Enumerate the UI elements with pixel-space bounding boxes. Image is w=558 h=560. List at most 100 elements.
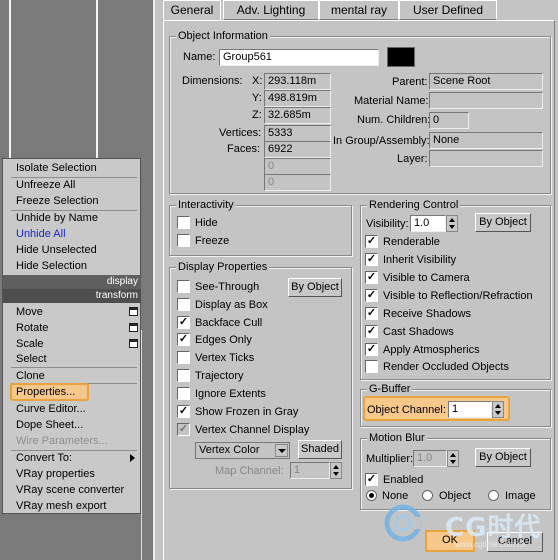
menu-item-isolate-selection[interactable]: Isolate Selection — [3, 160, 141, 176]
see-through-checkbox[interactable] — [177, 280, 190, 293]
color-swatch[interactable] — [387, 47, 415, 67]
ignore-extents-checkbox[interactable] — [177, 387, 190, 400]
menu-item-unfreeze-all[interactable]: Unfreeze All — [3, 177, 141, 193]
menu-item-label: Convert To: — [16, 452, 73, 464]
object-channel-spinner-icon[interactable] — [492, 401, 504, 418]
num-children-label: Num. Children: — [357, 114, 431, 126]
vertices-label: Vertices: — [219, 127, 262, 139]
receive-shadows-checkbox[interactable]: ✓ — [365, 307, 378, 320]
group-assembly-value: None — [429, 132, 543, 149]
object-channel-field[interactable]: 1 — [448, 401, 492, 418]
tab-mental-ray[interactable]: mental ray — [319, 0, 399, 20]
inherit-visibility-checkbox[interactable]: ✓ — [365, 253, 378, 266]
dimension-z-value: 32.685m — [264, 107, 331, 124]
material-name-value — [429, 92, 543, 109]
group-title: Rendering Control — [367, 199, 461, 212]
extra-value-field: 0 — [264, 158, 331, 175]
cast-shadows-checkbox[interactable]: ✓ — [365, 325, 378, 338]
visibility-field[interactable]: 1.0 — [410, 215, 446, 232]
interactivity-group: Interactivity — [169, 199, 352, 256]
faces-value: 6922 — [264, 141, 331, 158]
dimension-x-value: 293.118m — [264, 73, 331, 90]
shaded-button[interactable]: Shaded — [298, 440, 342, 459]
menu-item-vray-properties[interactable]: VRay properties — [3, 466, 141, 482]
menu-item-properties[interactable]: Properties... — [3, 384, 141, 400]
menu-item-clone[interactable]: Clone — [3, 368, 141, 384]
menu-item-hide-unselected[interactable]: Hide Unselected — [3, 242, 141, 258]
vertex-color-dropdown[interactable]: Vertex Color — [195, 442, 290, 459]
menu-item-vray-mesh-export[interactable]: VRay mesh export — [3, 498, 141, 514]
tab-adv-lighting[interactable]: Adv. Lighting — [223, 0, 319, 20]
num-children-value: 0 — [429, 112, 469, 129]
render-by-object-button[interactable]: By Object — [475, 213, 531, 232]
menu-item-wire-parameters: Wire Parameters... — [16, 435, 108, 447]
map-channel-label: Map Channel: — [215, 465, 284, 477]
object-radio[interactable] — [422, 490, 433, 501]
trajectory-checkbox[interactable] — [177, 369, 190, 382]
inherit-visibility-label: Inherit Visibility — [383, 254, 457, 266]
group-title: Interactivity — [176, 199, 236, 212]
renderable-checkbox[interactable]: ✓ — [365, 235, 378, 248]
apply-atmospherics-label: Apply Atmospherics — [383, 344, 480, 356]
menu-item-hide-selection[interactable]: Hide Selection — [3, 258, 141, 274]
display-as-box-checkbox[interactable] — [177, 298, 190, 311]
layer-label: Layer: — [397, 153, 428, 165]
freeze-checkbox[interactable] — [177, 234, 190, 247]
vertex-ticks-checkbox[interactable] — [177, 351, 190, 364]
menu-item-convert-to[interactable]: Convert To: — [3, 450, 141, 466]
z-label: Z: — [252, 109, 262, 121]
chevron-down-icon — [275, 444, 288, 457]
menu-item-label: Scale — [16, 338, 44, 350]
menu-item-rotate[interactable]: Rotate — [3, 320, 141, 336]
menu-item-unhide-by-name[interactable]: Unhide by Name — [3, 210, 141, 226]
settings-box-icon[interactable] — [129, 323, 138, 332]
edges-only-checkbox[interactable]: ✓ — [177, 333, 190, 346]
cg-time-logo-icon — [383, 503, 423, 543]
hide-checkbox[interactable] — [177, 216, 190, 229]
menu-item-move[interactable]: Move — [3, 304, 141, 320]
group-title: Motion Blur — [367, 432, 427, 445]
menu-item-freeze-selection[interactable]: Freeze Selection — [3, 193, 141, 209]
menu-item-vray-scene-converter[interactable]: VRay scene converter — [3, 482, 141, 498]
vertex-ticks-label: Vertex Ticks — [195, 352, 255, 364]
none-radio[interactable] — [366, 490, 377, 501]
tab-user-defined[interactable]: User Defined — [399, 0, 497, 20]
edges-only-label: Edges Only — [195, 334, 252, 346]
menu-item-dope-sheet[interactable]: Dope Sheet... — [3, 417, 141, 433]
visibility-spinner-icon[interactable] — [446, 215, 458, 232]
settings-box-icon[interactable] — [129, 339, 138, 348]
menu-item-unhide-all[interactable]: Unhide All — [3, 226, 141, 242]
visible-to-reflection-label: Visible to Reflection/Refraction — [383, 290, 533, 302]
display-by-object-button[interactable]: By Object — [288, 278, 342, 297]
trajectory-label: Trajectory — [195, 370, 244, 382]
apply-atmospherics-checkbox[interactable]: ✓ — [365, 343, 378, 356]
name-field[interactable]: Group561 — [219, 49, 379, 66]
image-radio[interactable] — [488, 490, 499, 501]
settings-box-icon[interactable] — [129, 307, 138, 316]
enabled-checkbox[interactable]: ✓ — [365, 473, 378, 486]
menu-item-label: Rotate — [16, 322, 49, 334]
parent-label: Parent: — [392, 76, 428, 88]
dimensions-label: Dimensions: — [182, 75, 243, 87]
group-title: G-Buffer — [367, 383, 413, 396]
backface-cull-checkbox[interactable]: ✓ — [177, 316, 190, 329]
menu-item-scale[interactable]: Scale — [3, 336, 141, 352]
render-occluded-label: Render Occluded Objects — [383, 361, 509, 373]
object-label: Object — [439, 490, 471, 502]
visible-to-camera-checkbox[interactable]: ✓ — [365, 271, 378, 284]
cast-shadows-label: Cast Shadows — [383, 326, 454, 338]
dropdown-value: Vertex Color — [199, 444, 260, 456]
show-frozen-gray-checkbox[interactable]: ✓ — [177, 405, 190, 418]
vertex-channel-display-checkbox[interactable]: ✓ — [177, 423, 190, 436]
visible-to-reflection-checkbox[interactable]: ✓ — [365, 289, 378, 302]
motion-blur-by-object-button[interactable]: By Object — [475, 448, 531, 467]
tab-general[interactable]: General — [163, 0, 221, 21]
extra-value-field: 0 — [264, 174, 331, 191]
menu-item-select[interactable]: Select — [3, 351, 141, 367]
vertex-channel-display-label: Vertex Channel Display — [195, 424, 310, 436]
render-occluded-checkbox[interactable] — [365, 360, 378, 373]
multiplier-field: 1.0 — [413, 450, 447, 467]
object-properties-dialog: General Adv. Lighting mental ray User De… — [153, 0, 558, 560]
menu-item-curve-editor[interactable]: Curve Editor... — [3, 401, 141, 417]
map-channel-spinner-icon — [330, 462, 342, 479]
